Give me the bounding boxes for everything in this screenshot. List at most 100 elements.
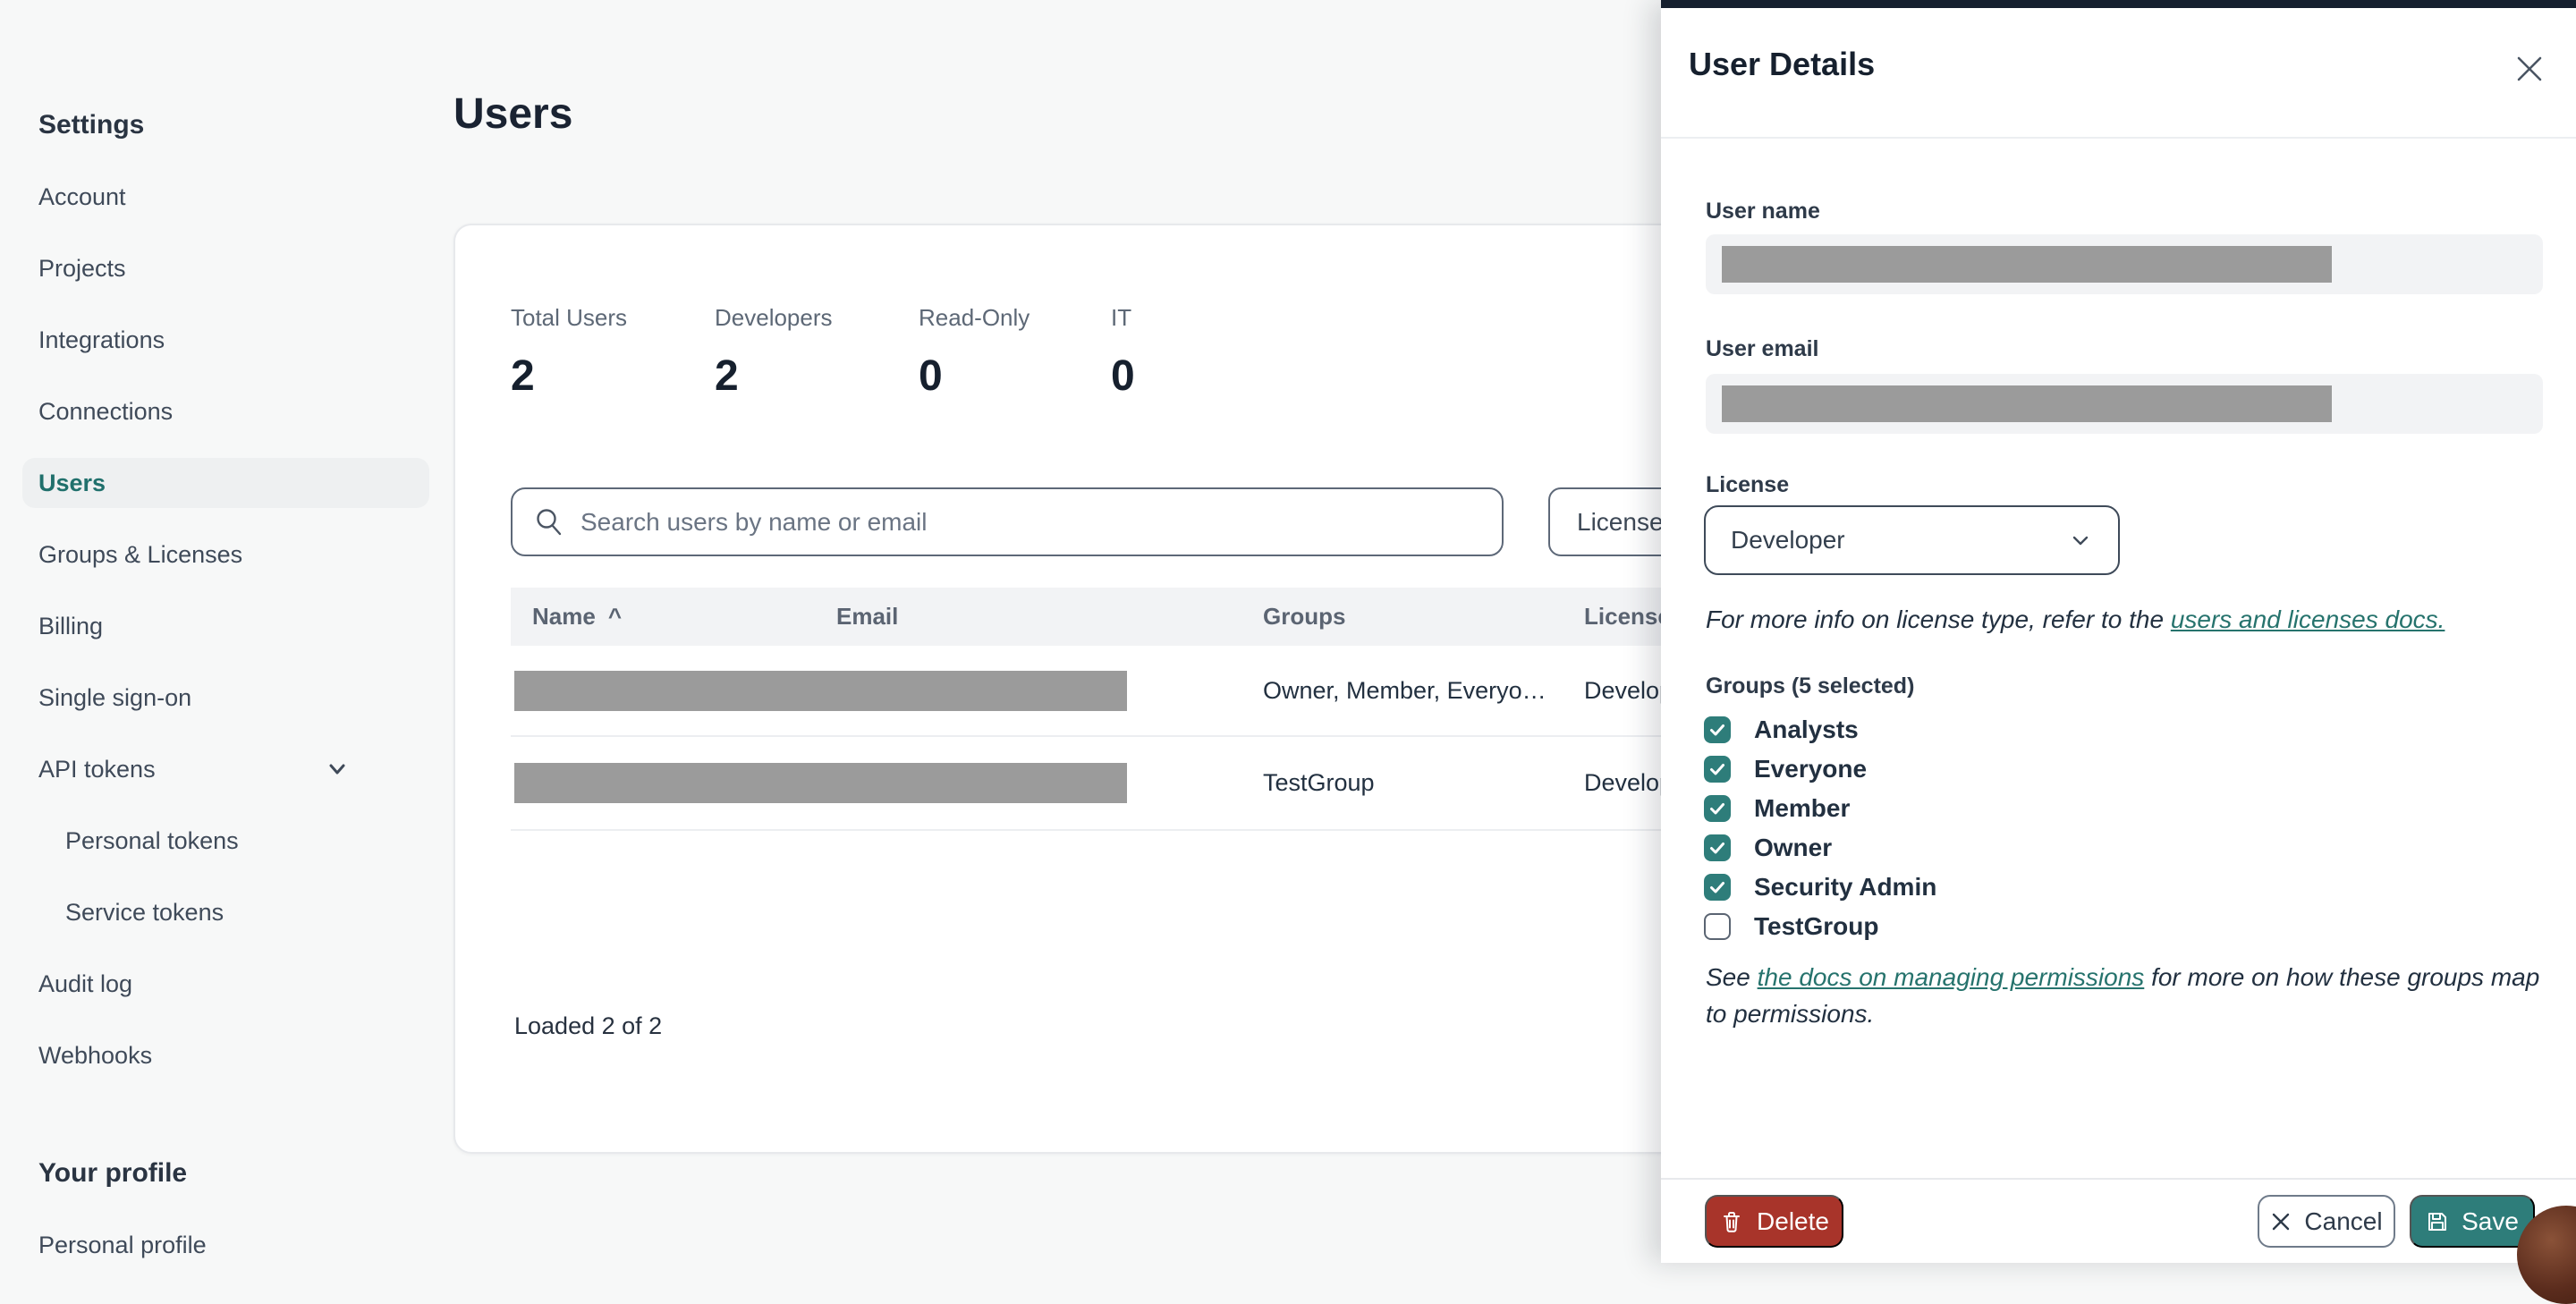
search-input[interactable] — [580, 507, 1480, 537]
sidebar-item-connections[interactable]: Connections — [22, 386, 429, 436]
sidebar-item-label: Integrations — [38, 326, 165, 353]
sidebar-item-integrations[interactable]: Integrations — [22, 315, 429, 365]
column-header-email[interactable]: Email — [836, 603, 1263, 631]
save-button[interactable]: Save — [2410, 1195, 2535, 1248]
permissions-note: See the docs on managing permissions for… — [1706, 963, 2540, 1028]
redacted-user-name — [1722, 246, 2332, 283]
sidebar-item-label: API tokens — [38, 755, 156, 783]
sidebar-item-webhooks[interactable]: Webhooks — [22, 1030, 429, 1080]
stat-value: 0 — [919, 352, 943, 400]
chevron-down-icon — [2072, 536, 2089, 546]
redacted-user-email — [1722, 385, 2332, 422]
license-selected-value: Developer — [1731, 526, 1845, 554]
sidebar-item-label: Users — [38, 469, 106, 496]
stat-label: IT — [1111, 304, 1132, 331]
group-option-label: Member — [1754, 794, 1851, 822]
chevron-down-icon — [329, 764, 345, 775]
license-filter-label: License — [1577, 507, 1664, 536]
user-name-field[interactable] — [1706, 234, 2543, 294]
user-email-label: User email — [1706, 336, 1819, 361]
sidebar-item-personal-tokens[interactable]: Personal tokens — [22, 816, 429, 866]
sidebar-section-title: Settings — [38, 110, 145, 140]
sidebar-item-projects[interactable]: Projects — [22, 243, 429, 293]
drawer-footer: Delete Cancel Save — [1661, 1178, 2576, 1263]
sidebar-item-service-tokens[interactable]: Service tokens — [22, 887, 429, 937]
checkbox-unchecked-icon[interactable] — [1704, 913, 1731, 940]
column-header-groups[interactable]: Groups — [1263, 603, 1584, 631]
user-name-label: User name — [1706, 199, 1820, 224]
sidebar-item-users[interactable]: Users — [22, 458, 429, 508]
sidebar-item-label: Webhooks — [38, 1041, 153, 1069]
delete-button[interactable]: Delete — [1705, 1195, 1843, 1248]
sidebar-item-single-sign-on[interactable]: Single sign-on — [22, 673, 429, 723]
save-icon — [2428, 1212, 2447, 1231]
sidebar-item-api-tokens[interactable]: API tokens — [22, 744, 429, 794]
group-option-label: Everyone — [1754, 755, 1868, 783]
license-note: For more info on license type, refer to … — [1706, 605, 2445, 633]
sidebar-item-label: Audit log — [38, 970, 133, 997]
sidebar-item-audit-log[interactable]: Audit log — [22, 959, 429, 1009]
column-header-name[interactable]: Name ^ — [511, 603, 836, 631]
checkbox-checked-icon[interactable] — [1704, 716, 1731, 743]
group-option[interactable]: Member — [1704, 789, 1936, 828]
stat-value: 2 — [511, 352, 535, 400]
sidebar-item-groups-licenses[interactable]: Groups & Licenses — [22, 529, 429, 580]
groups-checkbox-list: Analysts Everyone Member Owner Security … — [1704, 710, 1936, 946]
load-status: Loaded 2 of 2 — [514, 1012, 663, 1039]
group-option[interactable]: TestGroup — [1704, 907, 1936, 946]
sidebar-item-label: Personal profile — [38, 1231, 207, 1258]
trash-icon — [1724, 1211, 1741, 1232]
license-select[interactable]: Developer — [1704, 505, 2120, 575]
stat-value: 0 — [1111, 352, 1135, 400]
license-label: License — [1706, 472, 1790, 497]
checkbox-checked-icon[interactable] — [1704, 756, 1731, 783]
group-option-label: TestGroup — [1754, 912, 1879, 940]
search-icon — [537, 508, 562, 535]
stat-label: Read-Only — [919, 304, 1030, 331]
sidebar-item-account[interactable]: Account — [22, 172, 429, 222]
user-email-field[interactable] — [1706, 374, 2543, 434]
user-search — [511, 487, 1504, 556]
sidebar-item-label: Projects — [38, 254, 126, 282]
drawer-header: User Details — [1661, 8, 2576, 139]
group-option[interactable]: Security Admin — [1704, 868, 1936, 907]
sidebar-item-label: Account — [38, 182, 126, 210]
stat-read-only: Read-Only 0 — [919, 304, 1030, 401]
checkbox-checked-icon[interactable] — [1704, 874, 1731, 901]
stat-developers: Developers 2 — [715, 304, 833, 401]
group-option[interactable]: Owner — [1704, 828, 1936, 868]
sidebar-item-label: Billing — [38, 612, 104, 639]
group-option[interactable]: Analysts — [1704, 710, 1936, 749]
checkbox-checked-icon[interactable] — [1704, 795, 1731, 822]
sidebar-item-label: Single sign-on — [38, 683, 192, 711]
cell-groups: Owner, Member, Everyo… — [1263, 676, 1546, 704]
sort-asc-icon: ^ — [607, 603, 623, 630]
checkbox-checked-icon[interactable] — [1704, 834, 1731, 861]
redacted-name-email — [514, 763, 1127, 803]
sidebar-item-label: Service tokens — [65, 898, 225, 926]
stat-it: IT 0 — [1111, 304, 1135, 401]
sidebar-item-label: Connections — [38, 397, 174, 425]
sidebar-item-label: Groups & Licenses — [38, 540, 243, 568]
page-title: Users — [453, 90, 573, 138]
group-option-label: Analysts — [1754, 716, 1859, 743]
app-root: { "colors": { "accent_teal": "#2E7D7A", … — [0, 0, 2576, 1304]
group-option[interactable]: Everyone — [1704, 749, 1936, 789]
group-option-label: Owner — [1754, 834, 1833, 861]
cell-groups: TestGroup — [1263, 769, 1375, 796]
cancel-button[interactable]: Cancel — [2258, 1195, 2395, 1248]
close-icon — [2273, 1213, 2290, 1230]
sidebar-item-billing[interactable]: Billing — [22, 601, 429, 651]
users-licenses-docs-link[interactable]: users and licenses docs. — [2171, 605, 2445, 633]
stat-label: Total Users — [511, 304, 628, 331]
stat-total-users: Total Users 2 — [511, 304, 627, 401]
managing-permissions-docs-link[interactable]: the docs on managing permissions — [1758, 963, 2145, 991]
redacted-name-email — [514, 670, 1127, 711]
stat-label: Developers — [715, 304, 833, 331]
drawer-title: User Details — [1689, 46, 1876, 82]
sidebar-item-label: Personal tokens — [65, 826, 239, 854]
group-option-label: Security Admin — [1754, 873, 1937, 901]
groups-label: Groups (5 selected) — [1706, 673, 1915, 699]
close-icon[interactable] — [2512, 51, 2547, 87]
sidebar-profile-section-title: Your profile — [38, 1158, 188, 1188]
